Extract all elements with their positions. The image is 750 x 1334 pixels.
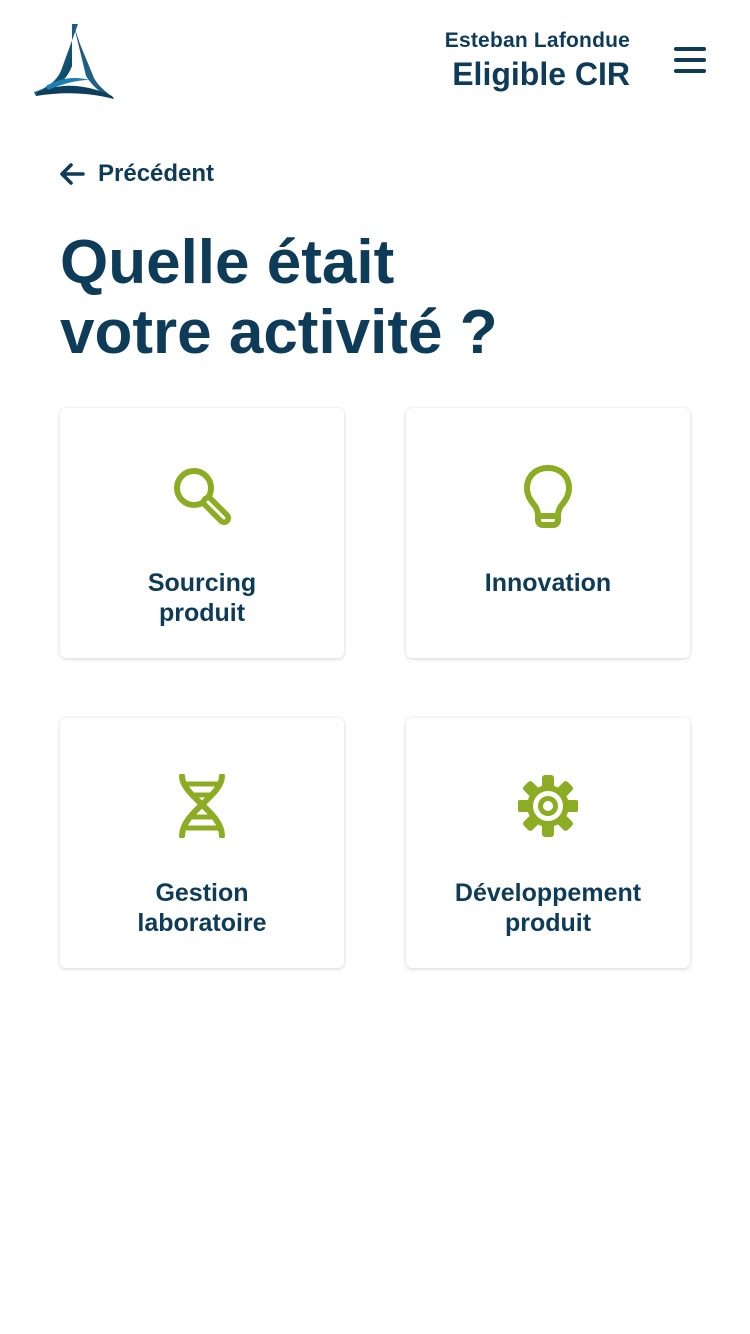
lightbulb-icon bbox=[524, 465, 572, 528]
gear-icon bbox=[518, 775, 578, 837]
back-label: Précédent bbox=[98, 160, 215, 187]
dna-icon bbox=[179, 774, 225, 838]
back-button[interactable]: Précédent bbox=[58, 156, 214, 192]
activity-label: Développement produit bbox=[454, 879, 642, 937]
page-title: Quelle était votre activité ? bbox=[60, 228, 660, 368]
page-title-line-1: Quelle était bbox=[60, 228, 395, 297]
user-eligibility-status: Eligible CIR bbox=[452, 56, 630, 92]
activity-label: Innovation bbox=[484, 569, 612, 597]
arrow-left-icon bbox=[60, 163, 85, 185]
activity-card-gestion-laboratoire[interactable]: Gestion laboratoire bbox=[60, 718, 344, 968]
user-name: Esteban Lafondue bbox=[444, 29, 630, 52]
hamburger-menu-icon[interactable] bbox=[672, 44, 708, 76]
app-header: Esteban Lafondue Eligible CIR bbox=[0, 0, 750, 120]
page-title-line-2: votre activité ? bbox=[60, 298, 498, 367]
activity-card-sourcing-produit[interactable]: Sourcing produit bbox=[60, 408, 344, 658]
activity-label: Sourcing produit bbox=[147, 569, 257, 627]
activity-card-developpement-produit[interactable]: Développement produit bbox=[406, 718, 690, 968]
user-info: Esteban Lafondue Eligible CIR bbox=[445, 28, 630, 92]
search-icon bbox=[174, 468, 231, 525]
brand-logo bbox=[34, 24, 114, 99]
activity-label: Gestion laboratoire bbox=[137, 879, 267, 937]
activity-card-innovation[interactable]: Innovation bbox=[406, 408, 690, 658]
